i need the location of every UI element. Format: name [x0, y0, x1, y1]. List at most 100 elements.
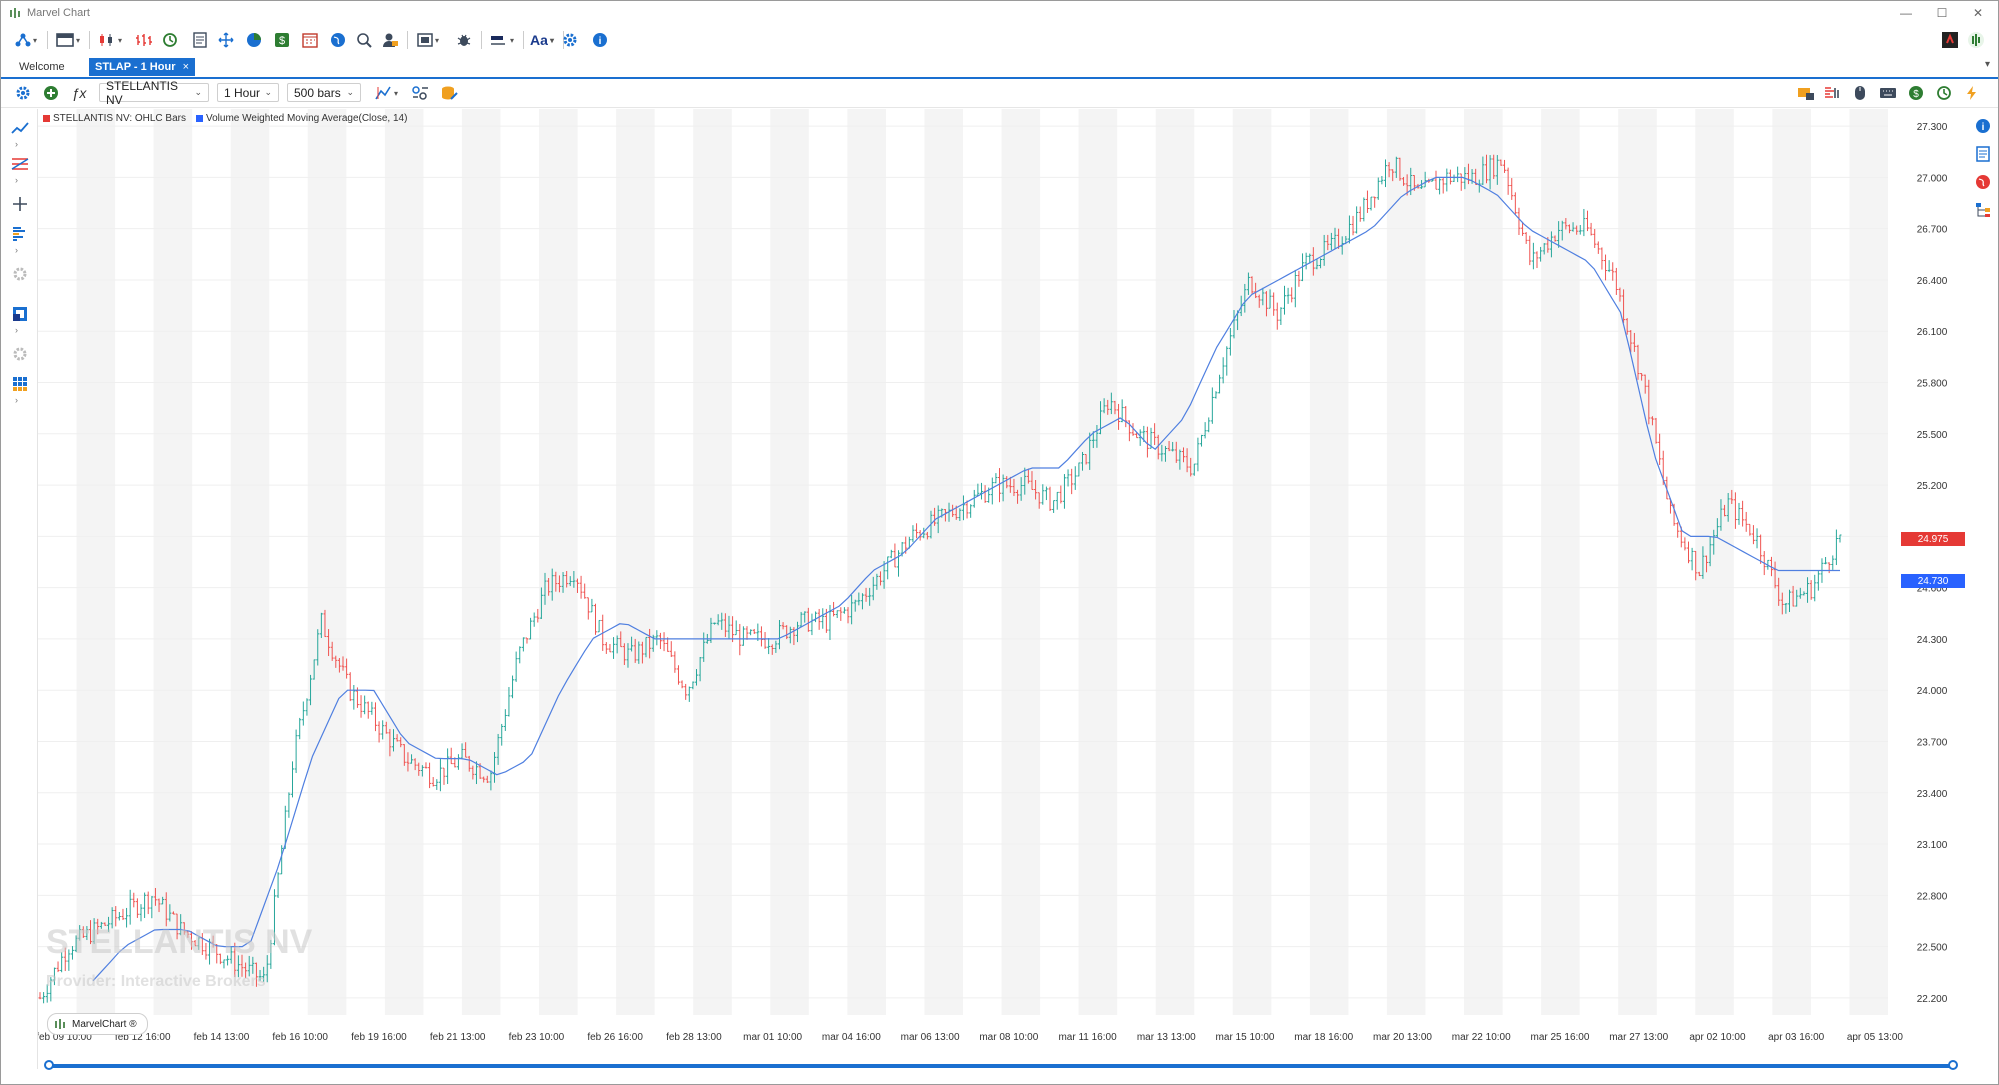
- tab-stlap-1-hour[interactable]: STLAP - 1 Hour ×: [89, 58, 195, 76]
- symbol-watermark: STELLANTIS NV: [46, 923, 313, 961]
- last-price-tag: 24.975: [1901, 532, 1965, 546]
- session-band: [1232, 109, 1272, 1015]
- session-band: [1155, 109, 1195, 1015]
- y-tick-label: 22.500: [1917, 943, 1948, 954]
- mouse-icon[interactable]: [1849, 82, 1871, 104]
- depth-of-market-icon[interactable]: [1821, 82, 1843, 104]
- marvelchart-logo-icon: [55, 1019, 65, 1029]
- session-band: [230, 109, 270, 1015]
- volume-profile-icon[interactable]: [9, 225, 31, 243]
- screenshot-icon[interactable]: ▾: [413, 29, 443, 51]
- x-tick-label: feb 19 16:00: [351, 1032, 407, 1043]
- y-tick-label: 25.500: [1917, 430, 1948, 441]
- user-account-icon[interactable]: [379, 29, 401, 51]
- legend-vwma[interactable]: Volume Weighted Moving Average(Close, 14…: [196, 113, 407, 124]
- candles-icon[interactable]: ▾: [95, 29, 125, 51]
- grid-apps-icon[interactable]: [9, 375, 31, 393]
- marvelchart-badge[interactable]: MarvelChart ®: [47, 1013, 148, 1035]
- expand-chevron-icon[interactable]: ›: [15, 175, 18, 185]
- drawing-tools-icon[interactable]: ▾: [371, 82, 401, 104]
- y-tick-label: 27.000: [1917, 173, 1948, 184]
- y-tick-label: 23.700: [1917, 737, 1948, 748]
- line-style-icon[interactable]: ▾: [487, 29, 517, 51]
- keyboard-icon[interactable]: [1877, 82, 1899, 104]
- layout-icon[interactable]: ▾: [53, 29, 83, 51]
- window-layout-icon[interactable]: [9, 305, 31, 323]
- disabled-settings-icon[interactable]: [9, 345, 31, 363]
- y-tick-label: 24.300: [1917, 635, 1948, 646]
- chevron-down-icon: ⌄: [264, 87, 272, 97]
- close-tab-icon[interactable]: ×: [183, 61, 189, 73]
- minimize-button[interactable]: —: [1894, 3, 1918, 23]
- disabled-gear-icon[interactable]: [9, 265, 31, 283]
- symbol-select[interactable]: STELLANTIS NV ⌄: [99, 79, 209, 107]
- calendar-icon[interactable]: [299, 29, 321, 51]
- expand-chevron-icon[interactable]: ›: [15, 245, 18, 255]
- network-icon[interactable]: ▾: [11, 29, 41, 51]
- gear-icon[interactable]: [559, 29, 581, 51]
- y-tick-label: 27.300: [1917, 122, 1948, 133]
- document-icon[interactable]: [189, 29, 211, 51]
- legend-vwma-label: Volume Weighted Moving Average(Close, 14…: [206, 113, 408, 124]
- stop-icon[interactable]: [1939, 29, 1961, 51]
- add-icon[interactable]: [41, 82, 61, 104]
- expand-chevron-icon[interactable]: ›: [15, 139, 18, 149]
- refresh-history-icon[interactable]: [159, 29, 181, 51]
- session-band: [1772, 109, 1811, 1015]
- session-band: [461, 109, 501, 1015]
- scrollbar-right-handle[interactable]: [1948, 1060, 1958, 1070]
- scanner-icon[interactable]: [353, 29, 375, 51]
- fibonacci-icon[interactable]: [9, 155, 31, 173]
- x-tick-label: mar 15 10:00: [1216, 1032, 1275, 1043]
- legend-ohlc[interactable]: STELLANTIS NV: OHLC Bars: [43, 113, 186, 124]
- timeframe-select[interactable]: 1 Hour ⌄: [217, 83, 279, 102]
- font-label: Aa: [530, 32, 548, 48]
- tab-list-chevron-icon[interactable]: ▾: [1985, 59, 1990, 70]
- chart-settings-gear-icon[interactable]: [13, 82, 33, 104]
- hierarchy-icon[interactable]: [1972, 201, 1994, 219]
- x-tick-label: feb 16 10:00: [272, 1032, 328, 1043]
- info-icon[interactable]: i: [589, 29, 611, 51]
- trend-line-icon[interactable]: [9, 119, 31, 137]
- bars-select[interactable]: 500 bars ⌄: [287, 83, 361, 102]
- pie-chart-icon[interactable]: [243, 29, 265, 51]
- expand-chevron-icon[interactable]: ›: [15, 395, 18, 405]
- orders-icon[interactable]: [1795, 82, 1817, 104]
- x-tick-label: mar 22 10:00: [1452, 1032, 1511, 1043]
- session-band: [76, 109, 116, 1015]
- tab-welcome[interactable]: Welcome: [11, 58, 73, 76]
- time-scrollbar[interactable]: [45, 1064, 1957, 1068]
- price-chart[interactable]: 27.300 27.000 26.700 26.400 26.100 25.800 25.5…: [38, 109, 1968, 1057]
- bar-chart-icon[interactable]: [133, 29, 155, 51]
- legend-swatch: [196, 114, 203, 122]
- session-band: [539, 109, 578, 1015]
- function-icon[interactable]: ƒx: [69, 82, 89, 104]
- y-tick-label: 26.700: [1917, 225, 1948, 236]
- chevron-down-icon: ⌄: [346, 87, 354, 97]
- y-tick-label: 23.100: [1917, 840, 1948, 851]
- provider-watermark: Provider: Interactive Brokers: [46, 973, 266, 990]
- maximize-button[interactable]: ☐: [1930, 3, 1954, 23]
- session-band: [1078, 109, 1118, 1015]
- replay-history-icon[interactable]: [1933, 82, 1955, 104]
- lightning-icon[interactable]: [1961, 82, 1983, 104]
- x-tick-label: mar 25 16:00: [1530, 1032, 1589, 1043]
- currency-icon[interactable]: $: [1905, 82, 1927, 104]
- symbol-info-icon[interactable]: i: [1972, 117, 1994, 135]
- alerts-globe-icon[interactable]: [1972, 173, 1994, 191]
- notes-icon[interactable]: [1972, 145, 1994, 163]
- bug-icon[interactable]: [453, 29, 475, 51]
- move-icon[interactable]: [215, 29, 237, 51]
- globe-icon[interactable]: [327, 29, 349, 51]
- expand-chevron-icon[interactable]: ›: [15, 325, 18, 335]
- scrollbar-left-handle[interactable]: [44, 1060, 54, 1070]
- close-window-button[interactable]: ✕: [1966, 3, 1990, 23]
- database-edit-icon[interactable]: [439, 82, 461, 104]
- crosshair-icon[interactable]: [9, 195, 31, 213]
- font-settings-button[interactable]: Aa ▾: [525, 29, 559, 51]
- dollar-icon[interactable]: $: [271, 29, 293, 51]
- indicators-icon[interactable]: [409, 82, 431, 104]
- x-tick-label: feb 26 16:00: [587, 1032, 643, 1043]
- chart-legend: STELLANTIS NV: OHLC Bars Volume Weighted…: [43, 113, 407, 124]
- connection-status-icon[interactable]: [1965, 29, 1987, 51]
